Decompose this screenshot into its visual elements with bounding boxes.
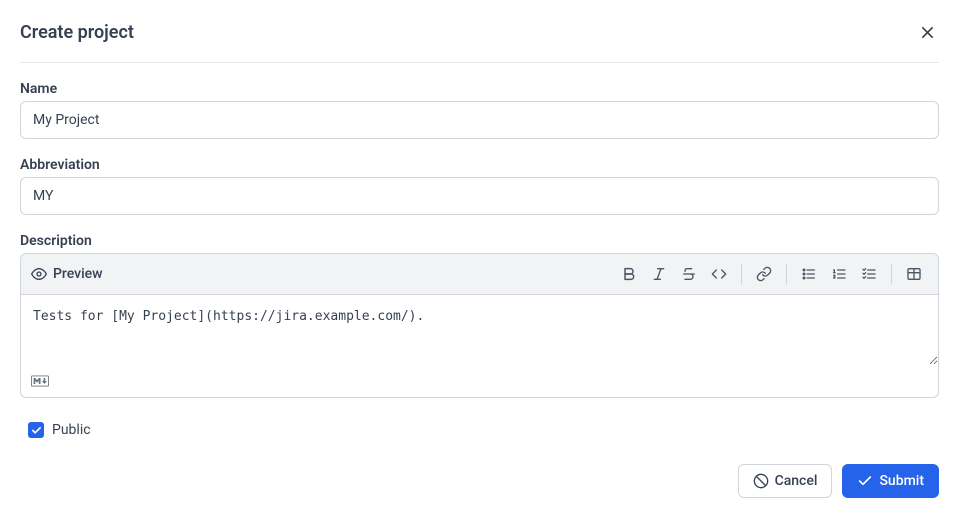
close-icon [920,25,935,40]
cancel-button[interactable]: Cancel [738,464,833,498]
toolbar-actions [615,260,928,288]
description-field-section: Description Preview [20,233,939,398]
cancel-label: Cancel [775,473,818,489]
check-icon [31,425,42,436]
numbered-list-button[interactable] [825,260,853,288]
submit-button[interactable]: Submit [842,464,939,498]
editor-toolbar: Preview [21,254,938,295]
link-icon [756,266,772,282]
bold-icon [621,266,637,282]
toolbar-separator [891,264,892,284]
name-input[interactable] [20,101,939,139]
dialog-footer: Cancel Submit [20,464,939,498]
create-project-dialog: Create project Name Abbreviation Descrip… [20,20,939,498]
numbered-list-icon [831,266,847,282]
public-label[interactable]: Public [52,422,91,438]
table-icon [906,266,922,282]
abbreviation-input[interactable] [20,177,939,215]
task-list-icon [861,266,877,282]
strikethrough-button[interactable] [675,260,703,288]
strikethrough-icon [681,266,697,282]
bullet-list-icon [801,266,817,282]
public-field: Public [28,422,939,438]
table-button[interactable] [900,260,928,288]
italic-button[interactable] [645,260,673,288]
dialog-title: Create project [20,22,134,43]
abbreviation-label: Abbreviation [20,157,939,173]
submit-label: Submit [879,473,924,489]
task-list-button[interactable] [855,260,883,288]
name-label: Name [20,81,939,97]
eye-icon [31,266,47,282]
dialog-header: Create project [20,20,939,63]
public-checkbox[interactable] [28,422,44,438]
abbreviation-field-section: Abbreviation [20,157,939,215]
description-editor: Preview [20,253,939,398]
description-textarea[interactable] [21,295,938,365]
description-label: Description [20,233,939,249]
code-icon [711,266,727,282]
preview-toggle[interactable]: Preview [31,266,103,282]
cancel-icon [753,473,769,489]
editor-footer [21,369,938,397]
italic-icon [651,266,667,282]
markdown-badge[interactable] [31,375,49,387]
code-button[interactable] [705,260,733,288]
bullet-list-button[interactable] [795,260,823,288]
toolbar-separator [786,264,787,284]
toolbar-separator [741,264,742,284]
check-icon [857,473,873,489]
close-button[interactable] [915,20,939,44]
link-button[interactable] [750,260,778,288]
preview-label: Preview [53,266,103,282]
name-field-section: Name [20,81,939,139]
markdown-icon [31,375,49,387]
bold-button[interactable] [615,260,643,288]
